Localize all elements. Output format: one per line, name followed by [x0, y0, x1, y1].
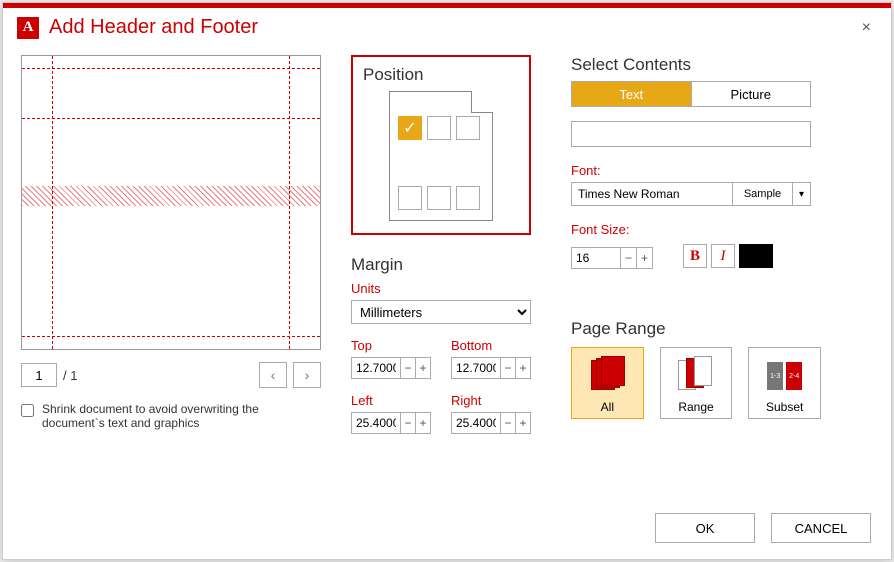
margin-left-input[interactable]: [351, 412, 401, 434]
next-page-button[interactable]: ›: [293, 362, 321, 388]
color-picker[interactable]: [739, 244, 773, 268]
page-fold-icon: [471, 91, 493, 113]
footer-center-slot[interactable]: [427, 186, 451, 210]
font-size-input[interactable]: [571, 247, 621, 269]
title-bar: A Add Header and Footer ×: [3, 8, 891, 45]
font-label: Font:: [571, 163, 821, 178]
margin-bottom-minus[interactable]: −: [501, 357, 516, 379]
margin-bottom-label: Bottom: [451, 338, 531, 353]
range-subset-label: Subset: [766, 400, 803, 414]
chevron-down-icon[interactable]: ▾: [792, 183, 810, 205]
position-title: Position: [363, 65, 519, 85]
header-left-slot[interactable]: ✓: [398, 116, 422, 140]
shrink-label: Shrink document to avoid overwriting the…: [42, 402, 321, 430]
content-text-input[interactable]: [571, 121, 811, 147]
header-center-slot[interactable]: [427, 116, 451, 140]
margin-right-input[interactable]: [451, 412, 501, 434]
range-range-label: Range: [678, 400, 713, 414]
position-section: Position ✓: [351, 55, 531, 235]
margin-top-input[interactable]: [351, 357, 401, 379]
margin-bottom-spinner: − +: [451, 357, 531, 379]
margin-left-spinner: − +: [351, 412, 431, 434]
cancel-button[interactable]: CANCEL: [771, 513, 871, 543]
shrink-checkbox[interactable]: [21, 404, 34, 417]
units-label: Units: [351, 281, 541, 296]
guide-top-margin: [22, 68, 320, 69]
font-size-plus[interactable]: +: [637, 247, 653, 269]
pager: / 1 ‹ ›: [21, 362, 321, 388]
prev-page-button[interactable]: ‹: [259, 362, 287, 388]
right-column: Select Contents Text Picture Font: Times…: [571, 55, 821, 434]
range-range-card[interactable]: Range: [660, 347, 733, 419]
bold-button[interactable]: B: [683, 244, 707, 268]
header-slots: ✓: [398, 116, 480, 140]
range-all-label: All: [601, 400, 614, 414]
footer-right-slot[interactable]: [456, 186, 480, 210]
margin-right-plus[interactable]: +: [516, 412, 531, 434]
margin-right-spinner: − +: [451, 412, 531, 434]
margin-right-label: Right: [451, 393, 531, 408]
header-right-slot[interactable]: [456, 116, 480, 140]
range-all-card[interactable]: All: [571, 347, 644, 419]
guide-bottom-margin: [22, 336, 320, 337]
content-tabs: Text Picture: [571, 81, 811, 107]
page-range-cards: All Range 1-32-4 Subset: [571, 347, 821, 419]
margin-top-plus[interactable]: +: [416, 357, 431, 379]
shrink-checkbox-row[interactable]: Shrink document to avoid overwriting the…: [21, 402, 321, 430]
font-name: Times New Roman: [572, 183, 732, 205]
header-hatch-region: [22, 186, 320, 206]
font-size-minus[interactable]: −: [621, 247, 637, 269]
close-icon[interactable]: ×: [856, 17, 877, 39]
dialog-title: Add Header and Footer: [49, 16, 258, 39]
middle-column: Position ✓ Margin U: [351, 55, 541, 434]
format-buttons: B I: [683, 244, 773, 268]
range-pages-icon: [676, 356, 716, 396]
margin-left-plus[interactable]: +: [416, 412, 431, 434]
units-select[interactable]: Millimeters: [351, 300, 531, 324]
dialog-window: A Add Header and Footer × / 1 ‹ ›: [2, 2, 892, 560]
subset-pages-icon: 1-32-4: [765, 356, 805, 396]
preview-column: / 1 ‹ › Shrink document to avoid overwri…: [21, 55, 321, 434]
margin-top-minus[interactable]: −: [401, 357, 416, 379]
contents-title: Select Contents: [571, 55, 821, 75]
page-number-input[interactable]: [21, 363, 57, 387]
margin-title: Margin: [351, 255, 541, 275]
italic-button[interactable]: I: [711, 244, 735, 268]
font-sample: Sample: [732, 183, 792, 205]
margin-top-spinner: − +: [351, 357, 431, 379]
font-size-row: − + B I: [571, 243, 821, 269]
footer-left-slot[interactable]: [398, 186, 422, 210]
position-page-icon: ✓: [389, 91, 493, 221]
page-range-title: Page Range: [571, 319, 821, 339]
margin-section: Margin Units Millimeters Top − +: [351, 255, 541, 434]
range-subset-card[interactable]: 1-32-4 Subset: [748, 347, 821, 419]
font-selector[interactable]: Times New Roman Sample ▾: [571, 182, 811, 206]
margin-left-minus[interactable]: −: [401, 412, 416, 434]
margin-left-label: Left: [351, 393, 431, 408]
page-preview: [21, 55, 321, 350]
all-pages-icon: [587, 356, 627, 396]
page-total-label: / 1: [63, 368, 77, 383]
font-size-spinner: − +: [571, 247, 653, 269]
margin-top-label: Top: [351, 338, 431, 353]
margin-bottom-plus[interactable]: +: [516, 357, 531, 379]
tab-text[interactable]: Text: [572, 82, 691, 106]
app-icon: A: [17, 17, 39, 39]
margin-bottom-input[interactable]: [451, 357, 501, 379]
margin-right-minus[interactable]: −: [501, 412, 516, 434]
footer-slots: [398, 186, 480, 210]
dialog-buttons: OK CANCEL: [655, 513, 871, 543]
ok-button[interactable]: OK: [655, 513, 755, 543]
font-size-label: Font Size:: [571, 222, 821, 237]
content-area: / 1 ‹ › Shrink document to avoid overwri…: [3, 45, 891, 434]
tab-picture[interactable]: Picture: [691, 82, 811, 106]
guide-header-line: [22, 118, 320, 119]
